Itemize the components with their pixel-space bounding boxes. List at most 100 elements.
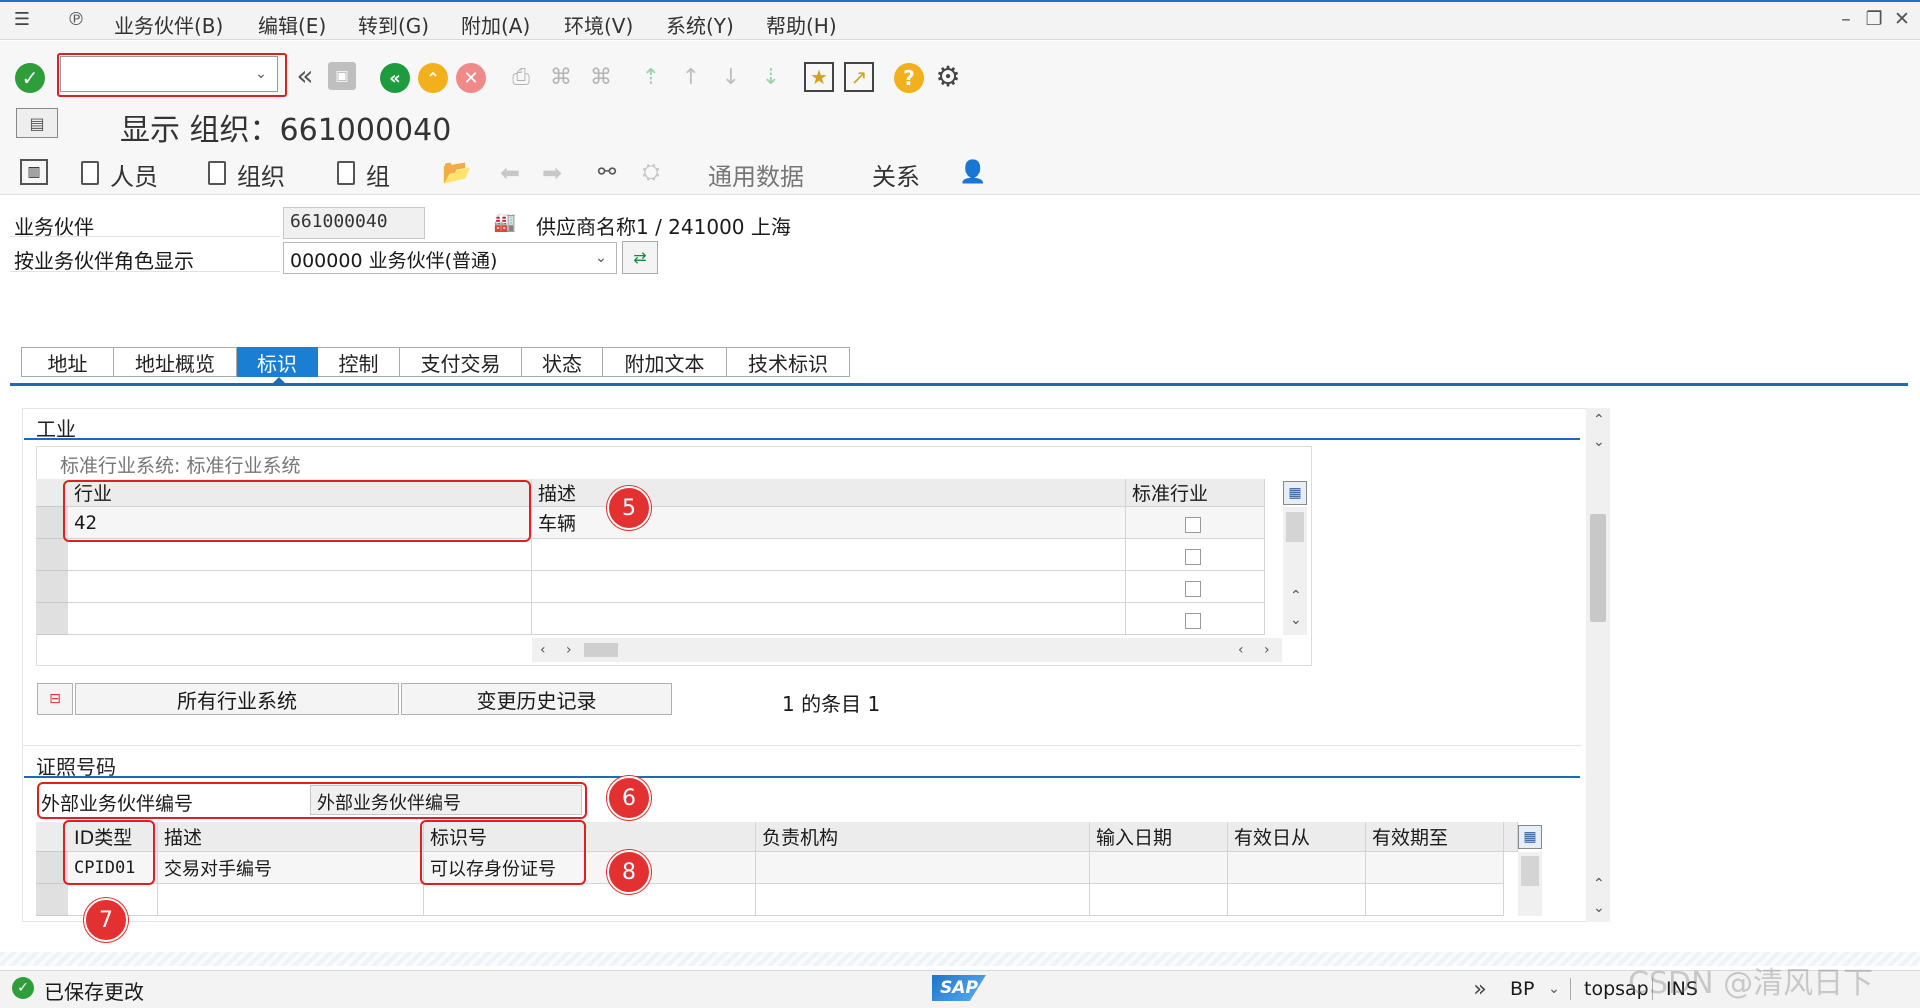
create-org-button[interactable]: 组织	[237, 157, 285, 192]
row-selector[interactable]	[36, 571, 68, 603]
table-row-empty[interactable]	[424, 884, 756, 916]
row-selector[interactable]	[36, 539, 68, 571]
tab-address-overview[interactable]: 地址概览	[114, 347, 237, 377]
restore-icon[interactable]: ❐	[1864, 8, 1884, 30]
col-header-valid-from[interactable]: 有效日从	[1228, 822, 1366, 852]
col-header-description[interactable]: 描述	[158, 822, 424, 852]
exit-icon[interactable]: ⌃	[418, 63, 448, 93]
create-group-button[interactable]: 组	[366, 157, 390, 192]
menu-extras[interactable]: 附加(A)	[461, 10, 530, 39]
table-row-valid-from[interactable]	[1228, 852, 1366, 884]
panel-vertical-scrollbar[interactable]	[1586, 408, 1610, 922]
menu-goto[interactable]: 转到(G)	[358, 10, 429, 39]
general-data-button[interactable]: 通用数据	[708, 157, 804, 192]
col-header-institution[interactable]: 负责机构	[756, 822, 1090, 852]
group-doc-icon[interactable]	[334, 160, 358, 186]
table-row-empty[interactable]	[68, 603, 532, 635]
table-settings-icon[interactable]: ▦	[1283, 481, 1307, 505]
delete-row-icon[interactable]: ⊟	[37, 683, 73, 715]
tab-technical-id[interactable]: 技术标识	[727, 347, 850, 377]
table-row-entry-date[interactable]	[1090, 852, 1228, 884]
menu-environment[interactable]: 环境(V)	[564, 10, 633, 39]
scroll-down-icon[interactable]: ⌄	[1290, 612, 1302, 628]
standard-industry-checkbox[interactable]	[1185, 549, 1201, 565]
layout-menu-icon[interactable]: ℗	[64, 8, 88, 30]
table-row-valid-to[interactable]	[1366, 852, 1504, 884]
navigation-icon[interactable]: ▥	[20, 159, 48, 185]
cancel-icon[interactable]: ✕	[456, 63, 486, 93]
tab-additional-text[interactable]: 附加文本	[603, 347, 727, 377]
person-doc-icon[interactable]	[78, 160, 102, 186]
prev-page-icon[interactable]: ↑	[676, 62, 706, 92]
standard-industry-checkbox[interactable]	[1185, 581, 1201, 597]
col-header-entry-date[interactable]: 输入日期	[1090, 822, 1228, 852]
enter-icon[interactable]: ✓	[15, 63, 45, 93]
table-row-empty[interactable]	[756, 884, 1090, 916]
back-double-icon[interactable]: «	[290, 59, 320, 92]
chevron-down-icon[interactable]: ⌄	[1546, 978, 1562, 1000]
find-icon[interactable]: ⌘	[546, 62, 576, 92]
tab-status[interactable]: 状态	[522, 347, 603, 377]
scroll-left-icon[interactable]: ‹	[540, 642, 546, 658]
open-folder-icon[interactable]: 📂	[442, 157, 472, 187]
org-doc-icon[interactable]	[205, 160, 229, 186]
table-row-empty[interactable]	[1228, 884, 1366, 916]
tab-control[interactable]: 控制	[318, 347, 400, 377]
table-row-empty[interactable]	[68, 571, 532, 603]
next-page-icon[interactable]: ↓	[716, 62, 746, 92]
scroll-right-icon[interactable]: ›	[1264, 642, 1270, 658]
license-vscroll-thumb[interactable]	[1521, 856, 1539, 886]
lock-icon[interactable]: ⛭	[636, 157, 666, 187]
menu-help[interactable]: 帮助(H)	[766, 10, 837, 39]
status-expand-icon[interactable]: »	[1468, 976, 1492, 1002]
table-row-institution[interactable]	[756, 852, 1090, 884]
chevron-down-icon[interactable]: ⌄	[253, 62, 269, 86]
role-switch-icon[interactable]: ⇄	[622, 241, 658, 274]
scroll-up-icon[interactable]: ⌃	[1593, 412, 1605, 428]
relations-person-icon[interactable]: 👤	[958, 157, 988, 187]
first-page-icon[interactable]: ⇡	[636, 62, 666, 92]
system-menu-icon[interactable]: ☰	[10, 8, 34, 30]
print-icon[interactable]: ⎙	[506, 62, 536, 92]
tab-identification[interactable]: 标识	[237, 347, 318, 377]
transaction-code[interactable]: BP	[1510, 978, 1535, 1000]
row-selector[interactable]	[36, 884, 68, 916]
settings-icon[interactable]: ⚙	[932, 60, 964, 93]
industry-hscroll-thumb[interactable]	[584, 643, 618, 657]
col-header-valid-to[interactable]: 有效期至	[1366, 822, 1504, 852]
scroll-down-icon[interactable]: ⌄	[1593, 900, 1605, 916]
tab-address[interactable]: 地址	[21, 347, 114, 377]
tab-payment[interactable]: 支付交易	[400, 347, 522, 377]
help-icon[interactable]: ?	[894, 63, 924, 93]
industry-hscrollbar[interactable]	[532, 638, 1282, 662]
create-person-button[interactable]: 人员	[110, 157, 158, 192]
col-header-standard-industry[interactable]: 标准行业	[1126, 479, 1265, 507]
panel-scroll-thumb[interactable]	[1590, 514, 1606, 622]
menu-system[interactable]: 系统(Y)	[666, 10, 734, 39]
minimize-icon[interactable]: –	[1836, 8, 1856, 30]
role-select[interactable]: 000000 业务伙伴(普通)	[283, 242, 617, 274]
table-settings-icon[interactable]: ▦	[1518, 825, 1542, 849]
last-page-icon[interactable]: ⇣	[756, 62, 786, 92]
change-history-button[interactable]: 变更历史记录	[401, 683, 672, 715]
all-industry-systems-button[interactable]: 所有行业系统	[75, 683, 399, 715]
previous-arrow-icon[interactable]: ⬅	[496, 159, 524, 187]
bp-number-field[interactable]: 661000040	[283, 207, 425, 239]
industry-vscroll-thumb[interactable]	[1286, 512, 1304, 542]
chevron-down-icon[interactable]: ⌄	[592, 247, 610, 269]
shortcut-icon[interactable]: ↗	[844, 62, 874, 92]
relations-button[interactable]: 关系	[872, 157, 920, 192]
save-icon[interactable]: ▣	[328, 62, 356, 90]
scroll-left-icon[interactable]: ‹	[1238, 642, 1244, 658]
table-row-empty[interactable]	[68, 539, 532, 571]
row-selector[interactable]	[36, 603, 68, 635]
table-row-empty[interactable]	[1090, 884, 1228, 916]
standard-industry-checkbox[interactable]	[1185, 517, 1201, 533]
scroll-up-icon[interactable]: ⌃	[1593, 876, 1605, 892]
create-session-icon[interactable]: ★	[804, 62, 834, 92]
menu-business-partner[interactable]: 业务伙伴(B)	[114, 10, 223, 39]
screen-options-icon[interactable]: ▤	[16, 108, 58, 138]
next-arrow-icon[interactable]: ➡	[538, 159, 566, 187]
standard-industry-checkbox[interactable]	[1185, 613, 1201, 629]
command-field[interactable]	[60, 56, 278, 92]
